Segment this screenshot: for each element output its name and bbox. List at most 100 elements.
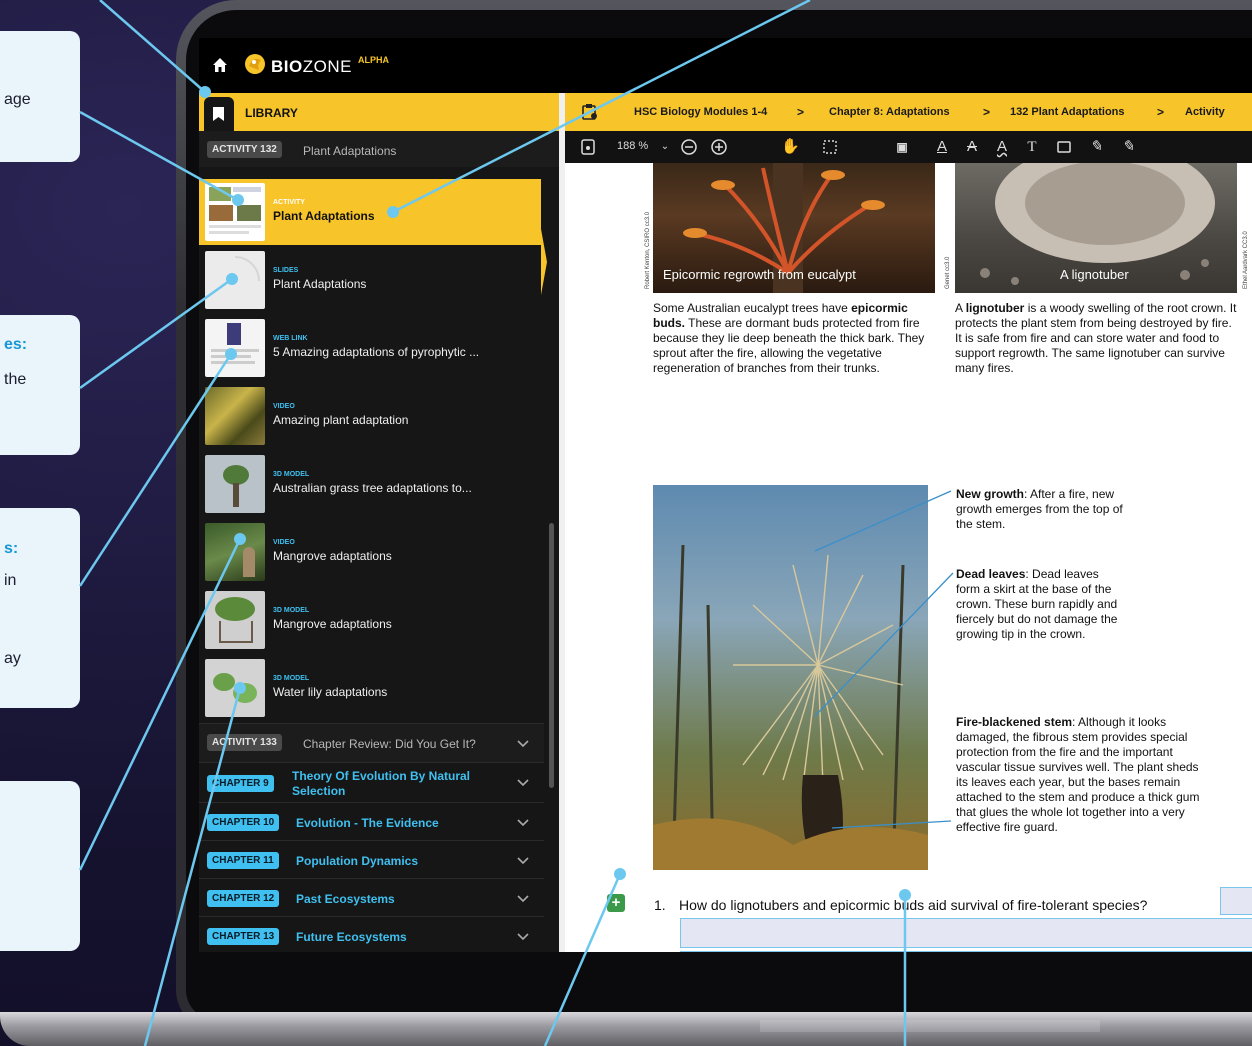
highlighter-icon[interactable]: ✎ (1119, 138, 1137, 156)
activity-title: Chapter Review: Did You Get It? (303, 737, 476, 751)
item-type: VIDEO (273, 403, 295, 410)
breadcrumb-item[interactable]: Chapter 8: Adaptations (829, 106, 950, 118)
question-text: How do lignotubers and epicormic buds ai… (679, 897, 1148, 913)
library-header: LIBRARY (199, 93, 559, 131)
question-number: 1. (654, 897, 666, 913)
logo-alpha-badge: ALPHA (358, 55, 389, 65)
item-type: ACTIVITY (273, 199, 305, 206)
3d-model-thumbnail (205, 455, 265, 513)
zoom-level[interactable]: 188 % (617, 140, 648, 152)
chapter-10-row[interactable]: CHAPTER 10 Evolution - The Evidence (199, 802, 544, 840)
sidebar-item-web-link[interactable]: WEB LINK 5 Amazing adaptations of pyroph… (199, 315, 541, 381)
answer-field-line-1[interactable] (680, 918, 1252, 948)
active-item-arrow (541, 229, 547, 295)
callout-text: the (4, 371, 27, 388)
callout-title: s: (4, 540, 19, 557)
callout-card-4 (0, 781, 80, 951)
item-type: 3D MODEL (273, 607, 310, 614)
activity-133-row[interactable]: ACTIVITY 133 Chapter Review: Did You Get… (199, 723, 544, 762)
activity-badge: ACTIVITY 133 (207, 734, 282, 751)
zoom-out-icon[interactable] (680, 138, 698, 156)
chapter-badge: CHAPTER 10 (207, 814, 280, 831)
annotation-leader-lines (814, 490, 954, 829)
item-type: VIDEO (273, 539, 295, 546)
chapter-badge: CHAPTER 11 (207, 852, 279, 869)
callout-text: ay (4, 650, 21, 667)
sidebar-item-3d-grass-tree[interactable]: 3D MODEL Australian grass tree adaptatio… (199, 451, 541, 517)
chevron-down-icon (517, 933, 529, 941)
video-thumbnail (205, 523, 265, 581)
breadcrumb-separator: > (1157, 105, 1165, 119)
biozone-logo-icon (245, 54, 265, 74)
chevron-down-icon[interactable]: ⌄ (656, 138, 674, 156)
callout-card-2: es: the (0, 315, 80, 455)
sidebar-item-activity-plant-adaptations[interactable]: ACTIVITY Plant Adaptations (199, 179, 541, 245)
sidebar-item-video-amazing-plant[interactable]: VIDEO Amazing plant adaptation (199, 383, 541, 449)
chevron-down-icon (517, 857, 529, 865)
chapter-title: Population Dynamics (296, 854, 419, 868)
sidebar-item-slides[interactable]: SLIDES Plant Adaptations (199, 247, 541, 313)
breadcrumb-separator: > (983, 105, 991, 119)
chapter-title: Theory Of Evolution By Natural (292, 769, 471, 783)
rectangle-tool-icon[interactable] (1055, 138, 1073, 156)
document-page: Epicormic regrowth from eucalypt Robert … (565, 163, 1252, 952)
breadcrumb-separator: > (797, 105, 805, 119)
sidebar-scrollbar[interactable] (549, 523, 554, 788)
breadcrumb-item[interactable]: Activity (1185, 106, 1225, 118)
chevron-down-icon (517, 895, 529, 903)
text-select-icon[interactable]: ▣ (893, 138, 911, 156)
item-type: SLIDES (273, 267, 299, 274)
bookmark-icon (213, 107, 224, 121)
strikethrough-icon[interactable]: A (963, 138, 981, 156)
library-tab[interactable] (204, 97, 234, 131)
callout-card-1: age (0, 31, 80, 162)
breadcrumb-item[interactable]: HSC Biology Modules 1-4 (634, 106, 767, 118)
item-label: Plant Adaptations (273, 277, 367, 291)
zoom-in-icon[interactable] (710, 138, 728, 156)
sidebar-item-video-mangrove[interactable]: VIDEO Mangrove adaptations (199, 519, 541, 585)
item-label: Mangrove adaptations (273, 617, 392, 631)
pen-icon[interactable]: ✎ (1087, 138, 1105, 156)
logo-text: BIOZONE (271, 57, 352, 76)
chapter-title: Future Ecosystems (296, 930, 407, 944)
library-label: LIBRARY (245, 106, 298, 120)
breadcrumb-item[interactable]: 132 Plant Adaptations (1010, 106, 1125, 118)
activity-132-header[interactable]: ACTIVITY 132 Plant Adaptations (199, 131, 559, 167)
slides-thumbnail (205, 251, 265, 309)
app-screen: BIOZONE ALPHA LIBRARY ACTIVITY 132 Plant… (199, 38, 1252, 952)
item-label: Amazing plant adaptation (273, 413, 409, 427)
select-tool-icon[interactable] (821, 138, 839, 156)
library-sidebar: LIBRARY ACTIVITY 132 Plant Adaptations A… (199, 93, 559, 952)
app-header: BIOZONE ALPHA (199, 38, 1252, 93)
chapter-13-row[interactable]: CHAPTER 13 Future Ecosystems (199, 916, 544, 952)
text-tool-icon[interactable]: T (1023, 138, 1041, 156)
sidebar-item-3d-mangrove[interactable]: 3D MODEL Mangrove adaptations (199, 587, 541, 653)
chapter-9-row[interactable]: CHAPTER 9 Theory Of Evolution By Natural… (199, 762, 544, 802)
item-label: 5 Amazing adaptations of pyrophytic ... (273, 345, 480, 359)
answer-field-inline[interactable] (1220, 887, 1252, 915)
breadcrumb: HSC Biology Modules 1-4 > Chapter 8: Ada… (565, 93, 1252, 131)
item-type: 3D MODEL (273, 471, 310, 478)
chapter-title: Evolution - The Evidence (296, 816, 439, 830)
chevron-down-icon (517, 779, 529, 787)
chapter-11-row[interactable]: CHAPTER 11 Population Dynamics (199, 840, 544, 878)
callout-card-3: s: in ay (0, 508, 80, 708)
home-icon[interactable] (211, 56, 229, 74)
pdf-toolbar: 188 % ⌄ ✋ ▣ A A A T ✎ ✎ (565, 131, 1252, 163)
activity-title: Plant Adaptations (303, 144, 397, 158)
add-answer-button[interactable]: + (607, 894, 625, 912)
callout-title: es: (4, 336, 28, 353)
activity-thumbnail (205, 183, 265, 241)
squiggly-icon[interactable]: A (993, 138, 1011, 156)
underline-icon[interactable]: A (933, 138, 951, 156)
answer-field-line-2[interactable] (680, 951, 1252, 952)
chapter-12-row[interactable]: CHAPTER 12 Past Ecosystems (199, 878, 544, 916)
hand-tool-icon[interactable]: ✋ (781, 138, 800, 156)
item-label: Australian grass tree adaptations to... (273, 481, 472, 495)
library-settings-icon[interactable] (581, 103, 599, 121)
page-icon[interactable] (579, 138, 597, 156)
chevron-down-icon (517, 740, 529, 748)
3d-model-thumbnail (205, 659, 265, 717)
sidebar-item-3d-water-lily[interactable]: 3D MODEL Water lily adaptations (199, 655, 541, 721)
activity-badge: ACTIVITY 132 (207, 141, 282, 158)
